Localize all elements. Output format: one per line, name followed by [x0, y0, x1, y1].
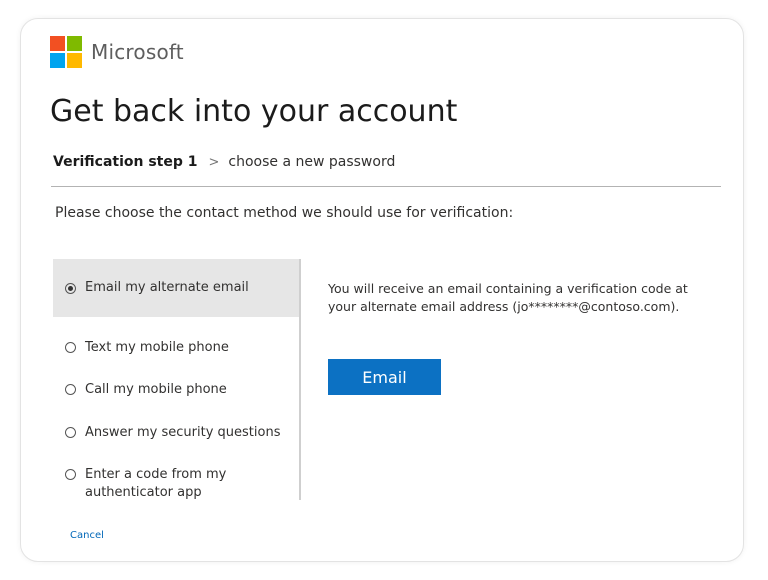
- option-security-questions[interactable]: Answer my security questions: [53, 424, 299, 442]
- cancel-link[interactable]: Cancel: [70, 530, 104, 541]
- option-authenticator-code[interactable]: Enter a code from my authenticator app: [53, 466, 299, 502]
- option-label: Email my alternate email: [85, 280, 249, 295]
- header-divider: [51, 186, 721, 187]
- page-title: Get back into your account: [50, 94, 458, 129]
- radio-unselected-icon[interactable]: [65, 427, 76, 438]
- radio-unselected-icon[interactable]: [65, 342, 76, 353]
- option-label: Answer my security questions: [85, 425, 281, 440]
- option-call-mobile[interactable]: Call my mobile phone: [53, 381, 299, 399]
- chevron-right-icon: >: [208, 154, 220, 170]
- contact-method-list: Email my alternate email Text my mobile …: [53, 259, 301, 500]
- option-label: Call my mobile phone: [85, 382, 227, 397]
- logo-red-square: [50, 36, 65, 51]
- radio-selected-icon[interactable]: [65, 282, 76, 294]
- radio-unselected-icon[interactable]: [65, 384, 76, 395]
- instruction-text: Please choose the contact method we shou…: [55, 205, 514, 221]
- logo-blue-square: [50, 53, 65, 68]
- breadcrumb: Verification step 1 > choose a new passw…: [53, 154, 395, 170]
- option-email-alternate[interactable]: Email my alternate email: [53, 259, 299, 317]
- breadcrumb-next-step: choose a new password: [228, 154, 396, 170]
- microsoft-logo-icon: [50, 36, 82, 68]
- option-label: Text my mobile phone: [85, 340, 229, 355]
- radio-unselected-icon[interactable]: [65, 469, 76, 480]
- verification-detail-text: You will receive an email containing a v…: [328, 281, 688, 314]
- email-button[interactable]: Email: [328, 359, 441, 395]
- option-text-mobile[interactable]: Text my mobile phone: [53, 339, 299, 357]
- brand-name: Microsoft: [91, 40, 184, 64]
- brand-header: Microsoft: [50, 36, 184, 68]
- logo-yellow-square: [67, 53, 82, 68]
- breadcrumb-current-step: Verification step 1: [53, 154, 198, 170]
- logo-green-square: [67, 36, 82, 51]
- option-label: Enter a code from my authenticator app: [85, 467, 227, 500]
